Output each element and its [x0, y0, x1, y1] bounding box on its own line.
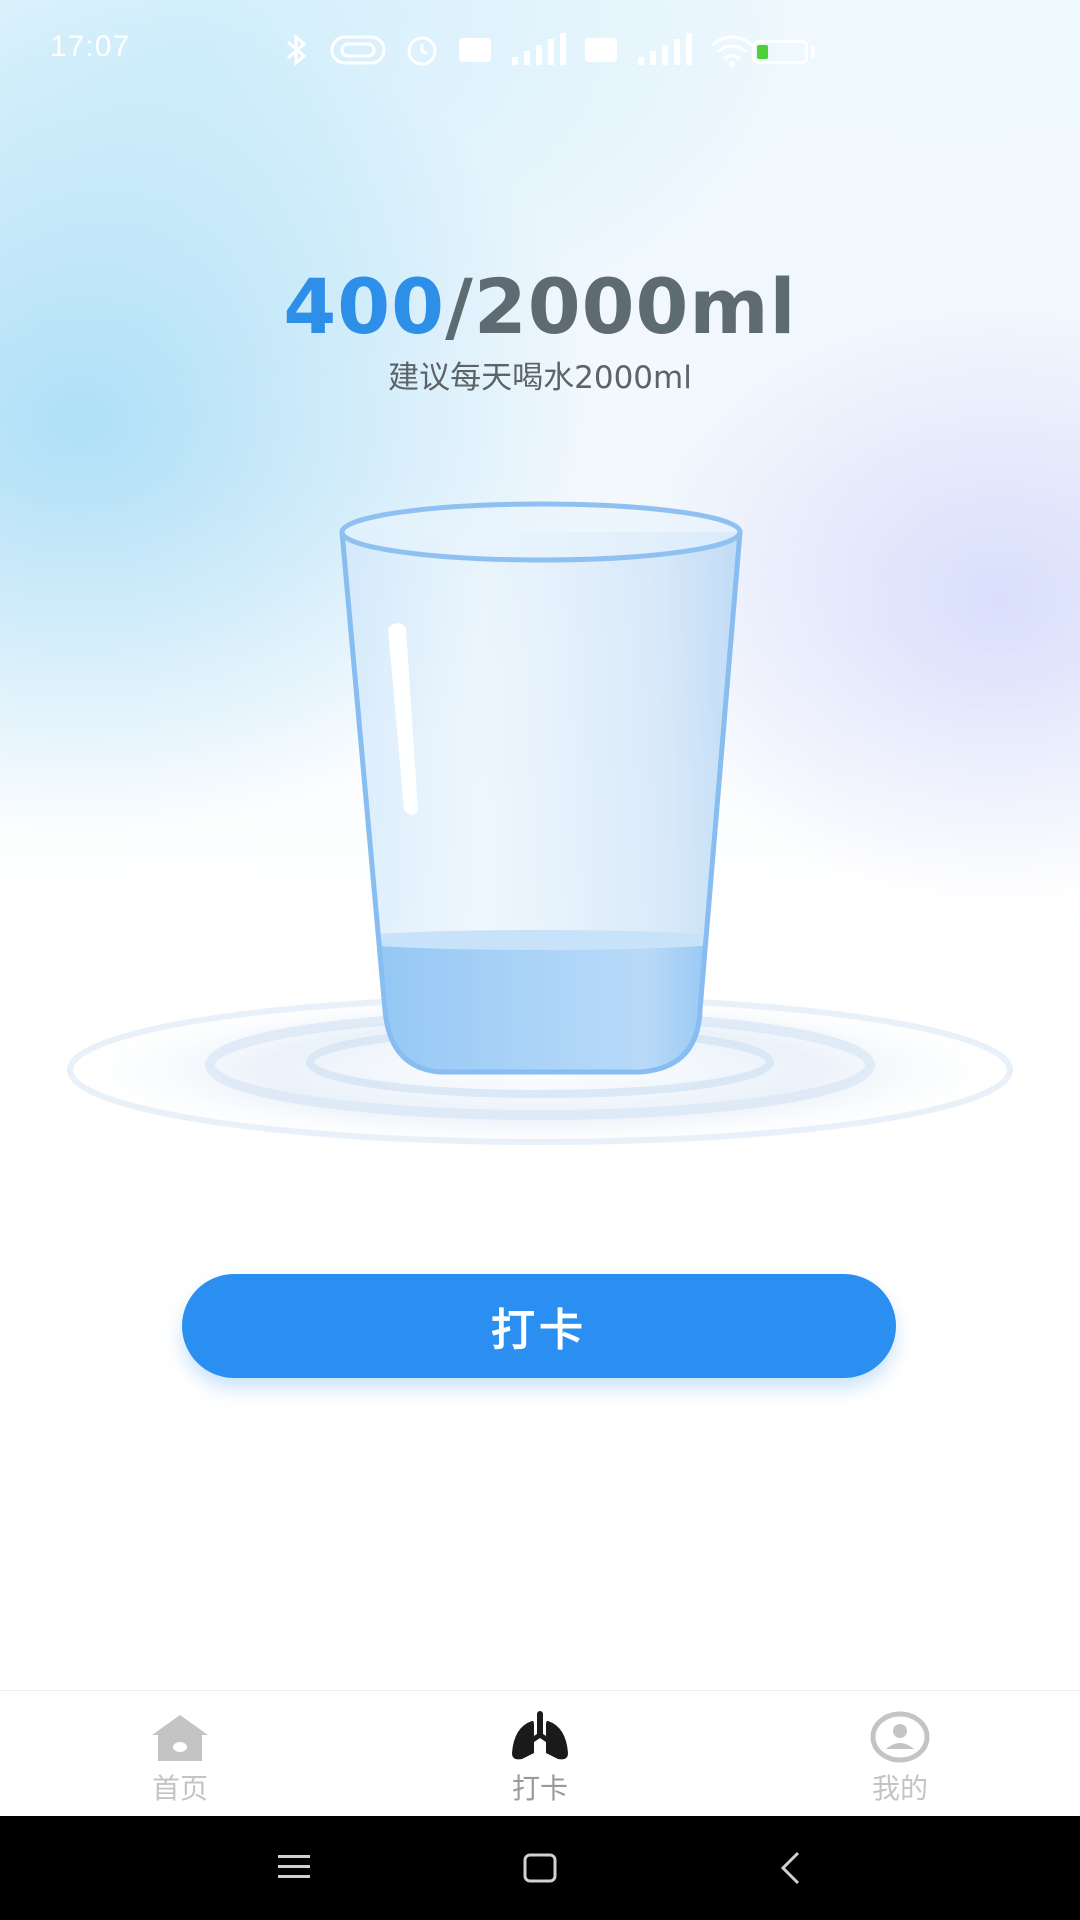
status-icons	[278, 32, 754, 68]
tab-home[interactable]: 首页	[80, 1691, 280, 1817]
nfc-icon	[330, 35, 386, 65]
lungs-icon	[512, 1711, 568, 1760]
glass-rim	[339, 501, 743, 563]
signal-icon	[512, 33, 566, 65]
home-square-icon[interactable]	[523, 1852, 557, 1884]
system-nav-bar	[0, 1816, 1080, 1920]
water-separator: /	[445, 262, 474, 351]
wifi-icon	[711, 35, 753, 67]
water-hint: 建议每天喝水2000ml	[388, 360, 692, 396]
status-bar: 17:07	[0, 0, 1080, 100]
water-counter: 400/2000ml	[0, 262, 1080, 351]
hd-icon	[585, 38, 617, 62]
battery-level	[757, 45, 768, 59]
tab-bar: 首页 打卡 我的	[0, 1690, 1080, 1816]
battery-tip	[811, 46, 815, 58]
profile-icon	[870, 1711, 930, 1763]
water-goal: 2000ml	[473, 262, 797, 351]
alarm-icon	[407, 36, 437, 66]
glass-illustration	[0, 480, 1080, 1200]
water-current: 400	[283, 262, 446, 351]
battery-icon	[752, 40, 808, 64]
menu-icon[interactable]	[278, 1852, 310, 1882]
tab-profile[interactable]: 我的	[800, 1691, 1000, 1817]
water-surface	[342, 930, 740, 950]
home-icon	[152, 1715, 208, 1761]
tab-home-label: 首页	[151, 1772, 208, 1805]
punch-button[interactable]: 打卡	[182, 1274, 896, 1378]
tab-profile-label: 我的	[871, 1772, 928, 1805]
back-icon[interactable]	[778, 1850, 802, 1886]
tab-punch[interactable]: 打卡	[440, 1691, 640, 1817]
status-time: 17:07	[50, 30, 131, 63]
bluetooth-icon	[287, 33, 307, 67]
tab-punch-label: 打卡	[511, 1772, 568, 1805]
signal-icon	[638, 33, 692, 65]
glass-svg	[40, 501, 1040, 1155]
hd-icon	[459, 38, 491, 62]
